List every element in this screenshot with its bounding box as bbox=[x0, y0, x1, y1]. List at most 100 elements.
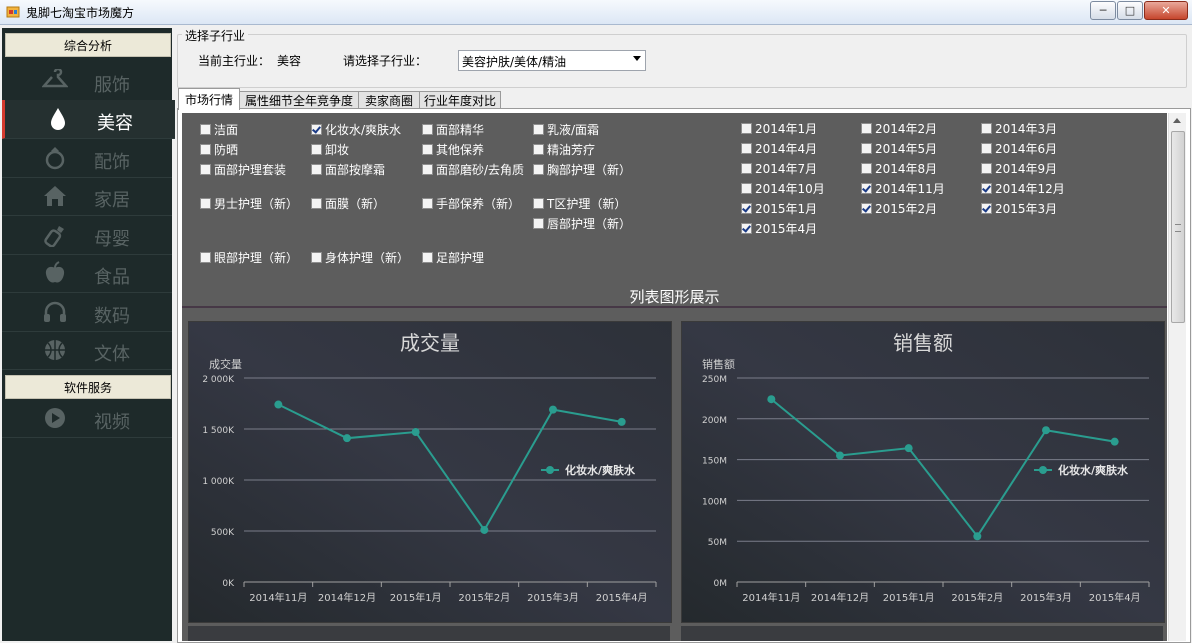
checkbox-icon[interactable] bbox=[741, 183, 752, 194]
month-checkbox[interactable]: 2014年1月 bbox=[741, 122, 855, 136]
checkbox-icon[interactable] bbox=[533, 144, 544, 155]
category-checkbox[interactable]: 卸妆 bbox=[311, 143, 425, 157]
checkbox-icon[interactable] bbox=[311, 252, 322, 263]
category-checkbox[interactable]: 其他保养 bbox=[422, 143, 536, 157]
category-checkbox[interactable]: 足部护理 bbox=[422, 251, 536, 265]
checkbox-icon[interactable] bbox=[861, 163, 872, 174]
checkbox-icon[interactable] bbox=[981, 143, 992, 154]
checkbox-icon[interactable] bbox=[422, 252, 433, 263]
checkbox-icon[interactable] bbox=[981, 123, 992, 134]
month-checkbox[interactable]: 2014年4月 bbox=[741, 142, 855, 156]
sidebar-item-video[interactable]: 视频 bbox=[2, 399, 172, 438]
month-checkbox[interactable]: 2015年2月 bbox=[861, 202, 975, 216]
checkbox-icon[interactable] bbox=[422, 124, 433, 135]
category-checkbox[interactable]: 面部磨砂/去角质 bbox=[422, 163, 536, 177]
checkbox-icon[interactable] bbox=[741, 163, 752, 174]
checkbox-icon[interactable] bbox=[533, 218, 544, 229]
sidebar-item-digital[interactable]: 数码 bbox=[2, 293, 172, 332]
checkbox-icon[interactable] bbox=[200, 252, 211, 263]
checkbox-icon[interactable] bbox=[311, 198, 322, 209]
checkbox-checked-icon[interactable] bbox=[981, 183, 992, 194]
month-checkbox[interactable]: 2014年3月 bbox=[981, 122, 1095, 136]
scroll-up-arrow-icon[interactable] bbox=[1173, 118, 1181, 123]
tab-attribute-competition[interactable]: 属性细节全年竞争度 bbox=[239, 91, 359, 109]
category-checkbox[interactable]: 手部保养（新） bbox=[422, 197, 536, 211]
category-checkbox[interactable]: 精油芳疗 bbox=[533, 143, 647, 157]
play-icon bbox=[45, 408, 65, 428]
month-checkbox[interactable]: 2014年8月 bbox=[861, 162, 975, 176]
checkbox-icon[interactable] bbox=[200, 164, 211, 175]
tab-market[interactable]: 市场行情 bbox=[178, 88, 240, 110]
checkbox-icon[interactable] bbox=[861, 123, 872, 134]
month-checkbox[interactable]: 2015年4月 bbox=[741, 222, 855, 236]
month-checkbox[interactable]: 2014年10月 bbox=[741, 182, 855, 196]
checkbox-icon[interactable] bbox=[200, 124, 211, 135]
sub-industry-select[interactable]: 美容护肤/美体/精油 bbox=[458, 50, 646, 71]
category-checkbox[interactable]: 防晒 bbox=[200, 143, 314, 157]
month-checkbox[interactable]: 2014年9月 bbox=[981, 162, 1095, 176]
checkbox-icon[interactable] bbox=[200, 198, 211, 209]
month-checkbox[interactable]: 2014年5月 bbox=[861, 142, 975, 156]
category-checkbox[interactable]: 乳液/面霜 bbox=[533, 123, 647, 137]
checkbox-icon[interactable] bbox=[422, 198, 433, 209]
tab-seller-circle[interactable]: 卖家商圈 bbox=[358, 91, 420, 109]
vertical-scrollbar[interactable] bbox=[1168, 113, 1186, 641]
month-checkbox[interactable]: 2014年7月 bbox=[741, 162, 855, 176]
category-checkbox[interactable]: 面部护理套装 bbox=[200, 163, 314, 177]
sidebar-item-baby[interactable]: 母婴 bbox=[2, 216, 172, 255]
checkbox-checked-icon[interactable] bbox=[981, 203, 992, 214]
checkbox-icon[interactable] bbox=[311, 144, 322, 155]
category-checkbox[interactable]: 面部按摩霜 bbox=[311, 163, 425, 177]
checkbox-checked-icon[interactable] bbox=[861, 203, 872, 214]
scroll-thumb[interactable] bbox=[1171, 131, 1185, 323]
checkbox-icon[interactable] bbox=[533, 164, 544, 175]
month-checkbox[interactable]: 2015年3月 bbox=[981, 202, 1095, 216]
month-checkbox[interactable]: 2014年6月 bbox=[981, 142, 1095, 156]
checkbox-checked-icon[interactable] bbox=[861, 183, 872, 194]
category-checkbox[interactable]: 男士护理（新） bbox=[200, 197, 314, 211]
category-checkbox[interactable]: 面部精华 bbox=[422, 123, 536, 137]
month-label: 2014年6月 bbox=[995, 142, 1058, 156]
checkbox-checked-icon[interactable] bbox=[311, 124, 322, 135]
sidebar-item-sports[interactable]: 文体 bbox=[2, 331, 172, 370]
month-checkbox[interactable]: 2014年12月 bbox=[981, 182, 1095, 196]
category-checkbox[interactable]: 洁面 bbox=[200, 123, 314, 137]
close-button[interactable]: ✕ bbox=[1144, 1, 1188, 20]
maximize-button[interactable]: □ bbox=[1117, 1, 1143, 20]
category-checkbox[interactable]: 眼部护理（新） bbox=[200, 251, 314, 265]
category-checkbox[interactable]: 面膜（新） bbox=[311, 197, 425, 211]
sidebar-item-food[interactable]: 食品 bbox=[2, 254, 172, 293]
chart-sales: 销售额 销售额 0M 50M 100M 150M 200M 250M 2014年11月 2014年… bbox=[681, 321, 1165, 623]
category-checkbox[interactable]: 胸部护理（新） bbox=[533, 163, 647, 177]
sub-industry-label: 请选择子行业： bbox=[343, 54, 428, 68]
checkbox-icon[interactable] bbox=[741, 123, 752, 134]
checkbox-checked-icon[interactable] bbox=[741, 223, 752, 234]
headphones-icon bbox=[44, 301, 66, 322]
checkbox-icon[interactable] bbox=[861, 143, 872, 154]
sidebar-item-beauty[interactable]: 美容 bbox=[2, 100, 175, 139]
sidebar-item-accessories[interactable]: 配饰 bbox=[2, 139, 172, 178]
minimize-button[interactable]: ─ bbox=[1090, 1, 1116, 20]
checkbox-icon[interactable] bbox=[422, 164, 433, 175]
sidebar-item-apparel[interactable]: 服饰 bbox=[2, 62, 172, 101]
checkbox-icon[interactable] bbox=[533, 198, 544, 209]
category-checkbox[interactable]: 身体护理（新） bbox=[311, 251, 425, 265]
checkbox-icon[interactable] bbox=[422, 144, 433, 155]
checkbox-checked-icon[interactable] bbox=[741, 203, 752, 214]
checkbox-icon[interactable] bbox=[741, 143, 752, 154]
tab-annual-comparison[interactable]: 行业年度对比 bbox=[419, 91, 501, 109]
month-checkbox[interactable]: 2014年11月 bbox=[861, 182, 975, 196]
checkbox-icon[interactable] bbox=[311, 164, 322, 175]
category-checkbox[interactable]: T区护理（新） bbox=[533, 197, 647, 211]
checkbox-icon[interactable] bbox=[533, 124, 544, 135]
checkbox-icon[interactable] bbox=[981, 163, 992, 174]
sidebar-item-label: 服饰 bbox=[94, 75, 130, 96]
checkbox-icon[interactable] bbox=[200, 144, 211, 155]
category-checkbox[interactable]: 化妆水/爽肤水 bbox=[311, 123, 425, 137]
section-divider bbox=[182, 306, 1167, 308]
category-checkbox[interactable]: 唇部护理（新） bbox=[533, 217, 647, 231]
category-label: 面部磨砂/去角质 bbox=[436, 163, 525, 177]
sidebar-item-home[interactable]: 家居 bbox=[2, 177, 172, 216]
month-checkbox[interactable]: 2014年2月 bbox=[861, 122, 975, 136]
month-checkbox[interactable]: 2015年1月 bbox=[741, 202, 855, 216]
